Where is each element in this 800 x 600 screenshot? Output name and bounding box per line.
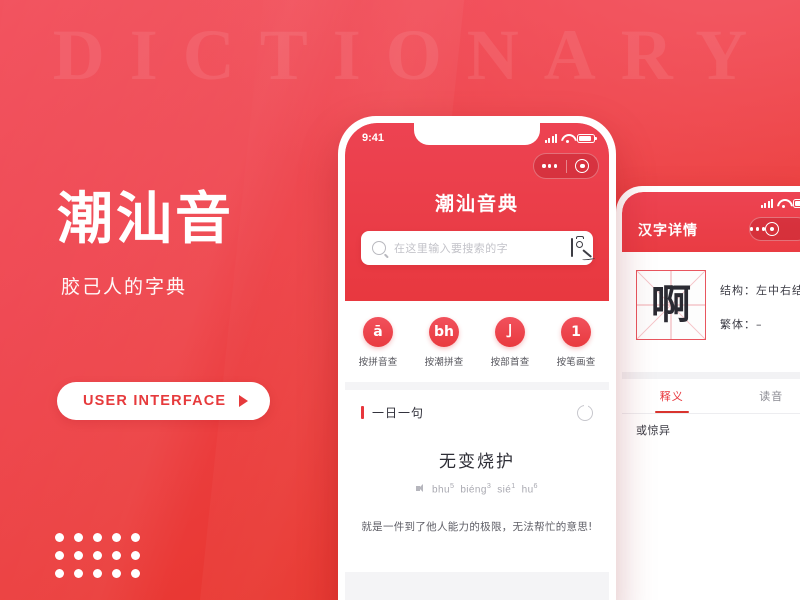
mini-program-capsule-main[interactable]	[533, 153, 599, 179]
play-triangle-icon	[239, 395, 249, 407]
battery-icon	[793, 199, 800, 208]
pinyin-icon: ā	[363, 317, 393, 347]
status-time: 9:41	[362, 132, 385, 144]
meta-structure-label: 结构：	[720, 284, 756, 297]
quick-actions-row: ā 按拼音查 bh 按潮拼查 亅 按部首查 1 按笔画查	[345, 301, 609, 382]
camera-icon[interactable]	[571, 238, 573, 257]
phone-mockup-main: 9:41 潮汕音典 在这里输入要搜索的字 ā 按拼音查 bh 按潮拼查 亅 按部…	[338, 116, 616, 600]
character-grid-box: 啊	[636, 270, 706, 340]
quick-action-pinyin[interactable]: ā 按拼音查	[349, 317, 407, 368]
daily-phrase-meaning: 就是一件到了他人能力的极限，无法帮忙的意思!	[361, 521, 593, 534]
status-bar-detail	[760, 199, 800, 208]
quick-action-label: 按部首查	[490, 357, 530, 368]
search-input[interactable]: 在这里输入要搜索的字	[394, 240, 562, 256]
daily-phrase-header: 一日一句	[361, 404, 593, 421]
quick-action-label: 按拼音查	[358, 357, 398, 368]
pinyin-syllable-1: bhu5	[432, 481, 455, 496]
strokes-icon: 1	[561, 317, 591, 347]
wifi-icon	[777, 199, 789, 208]
home-screen: 9:41 潮汕音典 在这里输入要搜索的字 ā 按拼音查 bh 按潮拼查 亅 按部…	[345, 123, 609, 600]
detail-screen: 汉字详情 啊 结构：左中右结构	[622, 192, 800, 600]
speaker-icon[interactable]	[416, 483, 426, 493]
quick-action-label: 按潮拼查	[424, 357, 464, 368]
character-meta: 结构：左中右结构 繁体：–	[720, 282, 800, 350]
detail-content-line: 或惊异	[636, 424, 671, 437]
daily-phrase-card: 一日一句 无变烧护 bhu5 biéng3 sié1 hu6 就是一件到了他人能…	[345, 390, 609, 572]
meta-traditional-label: 繁体：	[720, 318, 756, 331]
pinyin-syllable-4: hu6	[521, 481, 538, 496]
quick-action-radical[interactable]: 亅 按部首查	[481, 317, 539, 368]
battery-icon	[577, 133, 597, 143]
quick-action-teochew-pinyin[interactable]: bh 按潮拼查	[415, 317, 473, 368]
home-header: 9:41 潮汕音典 在这里输入要搜索的字	[345, 123, 609, 301]
detail-tabs: 释义 读音	[622, 379, 800, 414]
poster-canvas: DICTIONARY a k ei uang ch ri7 c 潮汕音 胶己人的…	[0, 0, 800, 600]
quick-action-label: 按笔画查	[556, 357, 596, 368]
daily-phrase-title: 一日一句	[372, 406, 425, 420]
accent-bar	[361, 406, 364, 419]
signal-bars-icon	[760, 199, 773, 208]
meta-structure-value: 左中右结构	[756, 284, 800, 297]
wifi-icon	[561, 134, 573, 143]
page-title: 潮汕音	[57, 187, 234, 252]
app-title: 潮汕音典	[434, 193, 519, 215]
daily-phrase-pinyin[interactable]: bhu5 biéng3 sié1 hu6	[361, 481, 593, 495]
phone-mockup-detail: 汉字详情 啊 结构：左中右结构	[616, 186, 800, 600]
daily-phrase-text: 无变烧护	[439, 452, 515, 472]
page-subtitle: 胶己人的字典	[61, 276, 188, 299]
detail-body: 啊 结构：左中右结构 繁体：– 释义 读音 或惊异	[622, 252, 800, 600]
detail-header: 汉字详情	[622, 192, 800, 252]
target-circle-icon[interactable]	[567, 159, 599, 173]
pinyin-syllable-3: sié1	[497, 481, 516, 496]
dot-grid-decoration	[55, 533, 140, 578]
section-divider	[622, 372, 800, 379]
character-glyph: 啊	[651, 282, 691, 328]
pinyin-syllable-2: biéng3	[460, 481, 492, 496]
meta-traditional: 繁体：–	[720, 316, 800, 332]
teochew-pinyin-icon: bh	[429, 317, 459, 347]
refresh-icon[interactable]	[577, 404, 593, 421]
target-circle-icon[interactable]	[764, 222, 779, 236]
user-interface-button[interactable]: USER INTERFACE	[57, 382, 271, 420]
detail-title: 汉字详情	[638, 223, 698, 239]
status-bar-main: 9:41	[345, 123, 609, 151]
wordmark-dictionary: DICTIONARY	[52, 15, 773, 95]
radical-icon: 亅	[495, 317, 525, 347]
quick-action-strokes[interactable]: 1 按笔画查	[547, 317, 605, 368]
hero-block: 潮汕音 胶己人的字典	[57, 187, 357, 299]
meta-structure: 结构：左中右结构	[720, 282, 800, 298]
tab-definitions[interactable]: 释义	[622, 388, 722, 404]
search-bar[interactable]: 在这里输入要搜索的字	[361, 231, 593, 265]
magnifier-icon	[372, 241, 386, 255]
detail-content: 或惊异	[622, 422, 800, 438]
meta-traditional-value: –	[756, 318, 763, 331]
more-dots-icon[interactable]	[534, 164, 566, 168]
tab-pronunciation[interactable]: 读音	[722, 388, 800, 404]
more-dots-icon[interactable]	[750, 227, 765, 231]
user-interface-button-label: USER INTERFACE	[83, 393, 227, 409]
mini-program-capsule-detail[interactable]	[749, 217, 800, 241]
signal-bars-icon	[544, 133, 557, 143]
